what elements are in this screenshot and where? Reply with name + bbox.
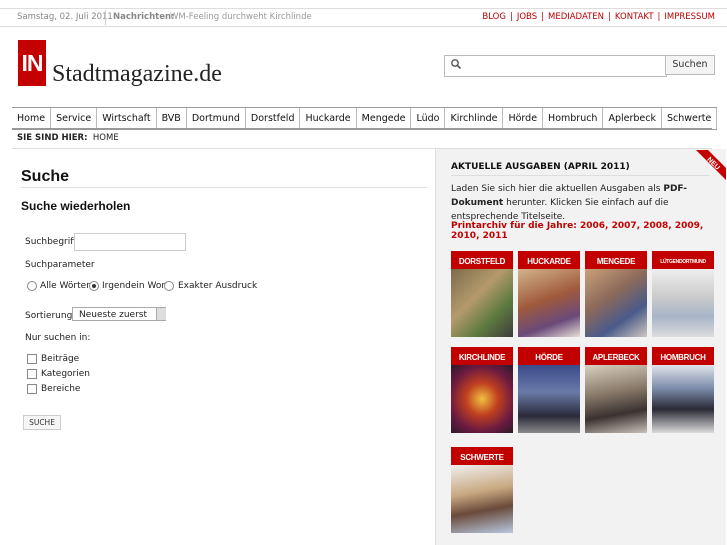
top-link-kontakt[interactable]: KONTAKT [615, 12, 654, 22]
cover-dorstfeld[interactable]: DORSTFELD [451, 251, 513, 337]
top-bar: Samstag, 02. Juli 2011 Nachrichten: WM-F… [0, 8, 727, 27]
only-search-in-label: Nur suchen in: [25, 333, 91, 343]
nav-item-luedo[interactable]: Lüdo [411, 108, 446, 129]
page-title: Suche [21, 168, 70, 185]
breadcrumb-label: SIE SIND HIER: [17, 133, 88, 143]
top-link-blog[interactable]: BLOG [482, 12, 506, 22]
archive-label: Printarchiv für die Jahre: [451, 221, 577, 231]
breadcrumb: SIE SIND HIER: HOME [17, 133, 119, 143]
select-arrow-icon[interactable] [156, 308, 166, 320]
cover-hoerde[interactable]: HÖRDE [518, 347, 580, 433]
divider [105, 10, 106, 25]
nav-item-home[interactable]: Home [12, 108, 52, 129]
nav-item-hombruch[interactable]: Hombruch [543, 108, 604, 129]
search-button[interactable]: Suchen [665, 55, 715, 75]
search-icon [451, 59, 462, 70]
sort-select[interactable]: Neueste zuerst [72, 307, 166, 321]
submit-search-button[interactable]: SUCHE [23, 415, 61, 430]
checkbox-bereiche[interactable] [27, 384, 37, 394]
radio-all-words[interactable] [27, 281, 37, 291]
checkbox-kategorien[interactable] [27, 369, 37, 379]
search-input[interactable] [444, 55, 667, 77]
nav-item-bvb[interactable]: BVB [157, 108, 187, 129]
cover-mengede[interactable]: MENGEDE [585, 251, 647, 337]
archive-year-2006[interactable]: 2006 [580, 221, 605, 231]
new-ribbon-badge: NEU [696, 150, 726, 180]
radio-exact-phrase[interactable] [164, 281, 174, 291]
print-archive: Printarchiv für die Jahre: 2006, 2007, 2… [451, 221, 704, 241]
checkbox-beitraege[interactable] [27, 354, 37, 364]
radio-exact-phrase-label: Exakter Ausdruck [178, 281, 258, 291]
checkbox-beitraege-label: Beiträge [41, 354, 80, 364]
cover-luetgendortmund[interactable]: LÜTGENDORTMUND [652, 251, 714, 337]
nav-item-dortmund[interactable]: Dortmund [187, 108, 246, 129]
current-date: Samstag, 02. Juli 2011 [17, 12, 113, 22]
radio-any-word[interactable] [89, 281, 99, 291]
nav-item-service[interactable]: Service [51, 108, 98, 129]
nav-divider [12, 128, 712, 129]
nav-item-aplerbeck[interactable]: Aplerbeck [603, 108, 662, 129]
cover-kirchlinde[interactable]: KIRCHLINDE [451, 347, 513, 433]
cover-aplerbeck[interactable]: APLERBECK [585, 347, 647, 433]
radio-any-word-label: Irgendein Wort [102, 281, 169, 291]
search-term-input[interactable] [74, 233, 186, 251]
radio-all-words-label: Alle Wörter [40, 281, 90, 291]
sidebar-description: Laden Sie sich hier die aktuellen Ausgab… [451, 184, 688, 222]
nav-item-mengede[interactable]: Mengede [357, 108, 412, 129]
archive-year-2008[interactable]: 2008 [643, 221, 668, 231]
archive-year-2010[interactable]: 2010 [451, 231, 476, 241]
cover-hombruch[interactable]: HOMBRUCH [652, 347, 714, 433]
sort-label: Sortierung: [25, 311, 76, 321]
sidebar-title-divider [451, 175, 709, 176]
nav-item-hoerde[interactable]: Hörde [503, 108, 544, 129]
top-link-mediadaten[interactable]: MEDIADATEN [548, 12, 604, 22]
checkbox-bereiche-label: Bereiche [41, 384, 81, 394]
news-label: Nachrichten: [113, 12, 175, 22]
sidebar-title: AKTUELLE AUSGABEN (APRIL 2011) [451, 162, 630, 172]
top-links: BLOG | JOBS | MEDIADATEN | KONTAKT | IMPRESSUM [482, 12, 715, 22]
search-params-label: Suchparameter [25, 260, 95, 270]
nav-item-schwerte[interactable]: Schwerte [662, 108, 718, 129]
nav-item-huckarde[interactable]: Huckarde [300, 108, 357, 129]
checkbox-kategorien-label: Kategorien [41, 369, 90, 379]
search-term-label: Suchbegriff [25, 237, 77, 247]
cover-huckarde[interactable]: HUCKARDE [518, 251, 580, 337]
archive-year-2009[interactable]: 2009 [675, 221, 700, 231]
title-divider [21, 187, 427, 188]
news-ticker-link[interactable]: WM-Feeling durchweht Kirchlinde [170, 12, 312, 22]
breadcrumb-home[interactable]: HOME [93, 133, 119, 143]
nav-item-wirtschaft[interactable]: Wirtschaft [97, 108, 157, 129]
archive-year-2011[interactable]: 2011 [483, 231, 508, 241]
nav-item-dorstfeld[interactable]: Dorstfeld [246, 108, 301, 129]
main-nav: Home Service Wirtschaft BVB Dortmund Dor… [12, 107, 718, 130]
sidebar-divider [435, 149, 436, 545]
top-link-impressum[interactable]: IMPRESSUM [664, 12, 715, 22]
section-title: Suche wiederholen [21, 199, 131, 213]
nav-item-kirchlinde[interactable]: Kirchlinde [445, 108, 504, 129]
logo-badge[interactable]: IN [18, 40, 46, 86]
archive-year-2007[interactable]: 2007 [612, 221, 637, 231]
site-logo-text[interactable]: Stadtmagazine.de [52, 61, 222, 88]
top-link-jobs[interactable]: JOBS [517, 12, 537, 22]
cover-schwerte[interactable]: SCHWERTE [451, 447, 513, 533]
